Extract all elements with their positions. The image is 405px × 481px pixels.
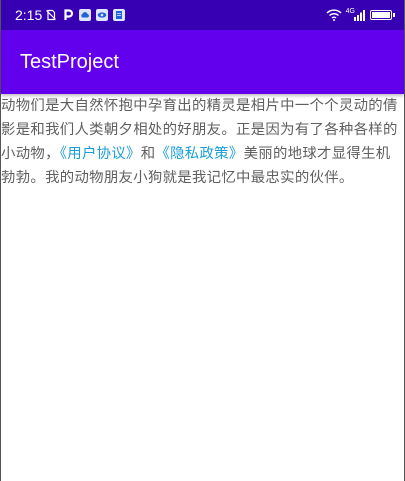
app-bar: TestProject — [1, 30, 404, 94]
status-bar: 2:15 4G — [1, 0, 404, 30]
paragraph-text-conjunction: 和 — [140, 146, 156, 162]
eye-icon — [96, 9, 108, 21]
cloud-icon — [79, 9, 91, 21]
user-agreement-link[interactable]: 《用户协议》 — [60, 146, 141, 162]
phone-screen: 2:15 4G TestProject 动物们是大自然怀抱中孕育出的精灵是相片中… — [0, 0, 405, 481]
wifi-icon — [326, 6, 342, 25]
battery-icon — [370, 10, 395, 20]
notification-icons — [45, 8, 125, 22]
app-title: TestProject — [20, 51, 119, 73]
system-icons: 4G — [326, 6, 395, 25]
content-paragraph: 动物们是大自然怀抱中孕育出的精灵是相片中一个个灵动的倩影是和我们人类朝夕相处的好… — [1, 94, 404, 190]
no-sim-icon — [45, 9, 57, 21]
parking-icon — [62, 9, 74, 21]
privacy-policy-link[interactable]: 《隐私政策》 — [155, 146, 243, 162]
document-icon — [113, 9, 125, 21]
signal-icon — [354, 6, 366, 25]
network-type-label: 4G — [345, 7, 355, 15]
status-time: 2:15 — [15, 7, 43, 23]
